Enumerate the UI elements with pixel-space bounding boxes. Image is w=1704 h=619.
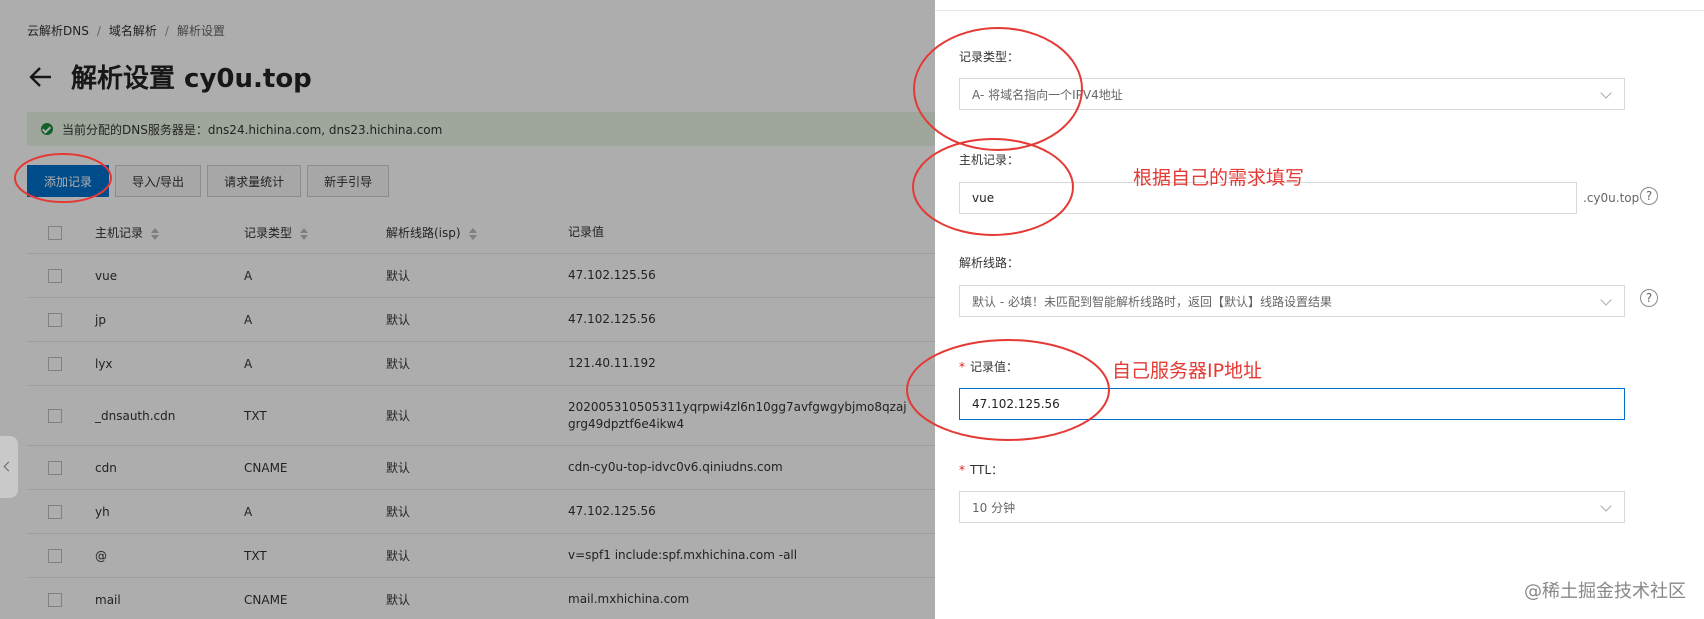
line-value: 默认 - 必填！未匹配到智能解析线路时，返回【默认】线路设置结果 [972,294,1332,309]
domain-suffix: .cy0u.top [1583,191,1640,205]
annotation-host-note: 根据自己的需求填写 [1133,167,1305,189]
required-mark: * [959,463,965,477]
required-mark: * [959,360,965,374]
help-icon[interactable]: ? [1640,187,1658,205]
collapse-handle[interactable] [0,436,18,498]
record-type-select[interactable]: A- 将域名指向一个IPV4地址 [959,78,1625,110]
line-label: 解析线路： [959,256,1020,270]
line-select[interactable]: 默认 - 必填！未匹配到智能解析线路时，返回【默认】线路设置结果 [959,285,1625,317]
chevron-down-icon [1600,87,1612,99]
record-type-label: 记录类型： [959,50,1020,64]
ttl-value: 10 分钟 [972,500,1016,515]
ttl-select[interactable]: 10 分钟 [959,491,1625,523]
annotation-value-note: 自己服务器IP地址 [1112,360,1263,382]
value-label: * 记录值： [959,360,1019,374]
host-input-value: vue [972,191,995,205]
chevron-down-icon [1600,500,1612,512]
dns-page: 云解析DNS / 域名解析 / 解析设置 解析设置 cy0u.top 当前分配的DNS服… [0,0,935,619]
record-value-input[interactable]: 47.102.125.56 [959,388,1625,420]
host-label: 主机记录： [959,153,1020,167]
record-type-value: A- 将域名指向一个IPV4地址 [972,87,1123,102]
modal-overlay[interactable] [0,0,935,619]
chevron-down-icon [1600,294,1612,306]
drawer-divider [935,10,1704,11]
help-icon[interactable]: ? [1640,289,1658,307]
add-record-drawer: 记录类型： A- 将域名指向一个IPV4地址 主机记录： vue .cy0u.t… [935,0,1704,619]
watermark: @稀土掘金技术社区 [1524,581,1686,602]
ttl-label: * TTL： [959,463,1004,477]
record-value-text: 47.102.125.56 [972,397,1060,411]
